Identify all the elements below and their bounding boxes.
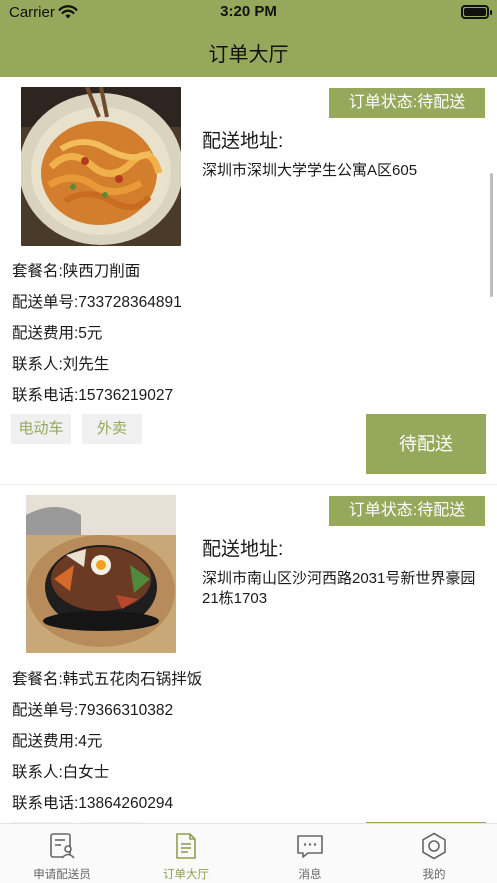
contact-phone: 联系电话:13864260294: [12, 795, 174, 812]
message-icon: [297, 835, 323, 858]
package-name: 套餐名:陕西刀削面: [12, 263, 141, 280]
status-bar: Carrier 3:20 PM: [0, 0, 497, 26]
tag-vehicle: 电动车: [11, 414, 71, 444]
tab-label: 我的: [422, 869, 446, 881]
tag-category: 外卖: [82, 414, 142, 444]
address-title: 配送地址:: [202, 131, 284, 152]
contact-name: 联系人:刘先生: [12, 356, 110, 373]
tab-profile[interactable]: 我的: [372, 824, 496, 883]
order-card[interactable]: 订单状态:待配送 配送地址: 深圳市深圳大学学生公寓A区605 套餐名:陕西刀削…: [0, 77, 497, 485]
order-number: 配送单号:733728364891: [12, 294, 182, 311]
tab-label: 订单大厅: [163, 869, 209, 881]
address-title: 配送地址:: [202, 539, 284, 560]
contact-name: 联系人:白女士: [12, 764, 110, 781]
tab-messages[interactable]: 消息: [248, 824, 372, 883]
delivery-fee: 配送费用:5元: [12, 325, 103, 342]
profile-icon: [422, 832, 446, 860]
order-status-badge: 订单状态:待配送: [329, 496, 485, 526]
food-image-bibimbap: [26, 495, 176, 653]
order-hall-icon: [176, 833, 196, 859]
navigation-header: Carrier 3:20 PM 订单大厅: [0, 0, 497, 77]
address-text: 深圳市深圳大学学生公寓A区605: [202, 162, 418, 179]
address-text: 深圳市南山区沙河西路2031号新世界豪园21栋1703: [202, 570, 476, 607]
page-title: 订单大厅: [208, 44, 289, 66]
clock: 3:20 PM: [220, 3, 277, 20]
battery-icon: [461, 5, 492, 19]
tab-order-hall[interactable]: 订单大厅: [124, 824, 248, 883]
food-image-noodles: [21, 87, 181, 246]
order-card[interactable]: 订单状态:待配送 配送地址: 深圳市南山区沙河西路2031号新世界豪园21栋17…: [0, 485, 497, 823]
pending-delivery-button[interactable]: 待配送: [366, 414, 486, 474]
tab-label: 消息: [298, 869, 322, 881]
package-name: 套餐名:韩式五花肉石锅拌饭: [12, 671, 203, 688]
contact-phone: 联系电话:15736219027: [12, 387, 174, 404]
delivery-fee: 配送费用:4元: [12, 733, 103, 750]
tab-bar: 申请配送员 订单大厅 消息 我的: [0, 823, 497, 883]
apply-courier-icon: [50, 833, 75, 859]
tab-apply-courier[interactable]: 申请配送员: [0, 824, 124, 883]
tab-label: 申请配送员: [33, 869, 91, 881]
order-list[interactable]: 订单状态:待配送 配送地址: 深圳市深圳大学学生公寓A区605 套餐名:陕西刀削…: [0, 77, 497, 823]
order-status-badge: 订单状态:待配送: [329, 88, 485, 118]
order-number: 配送单号:79366310382: [12, 702, 174, 719]
